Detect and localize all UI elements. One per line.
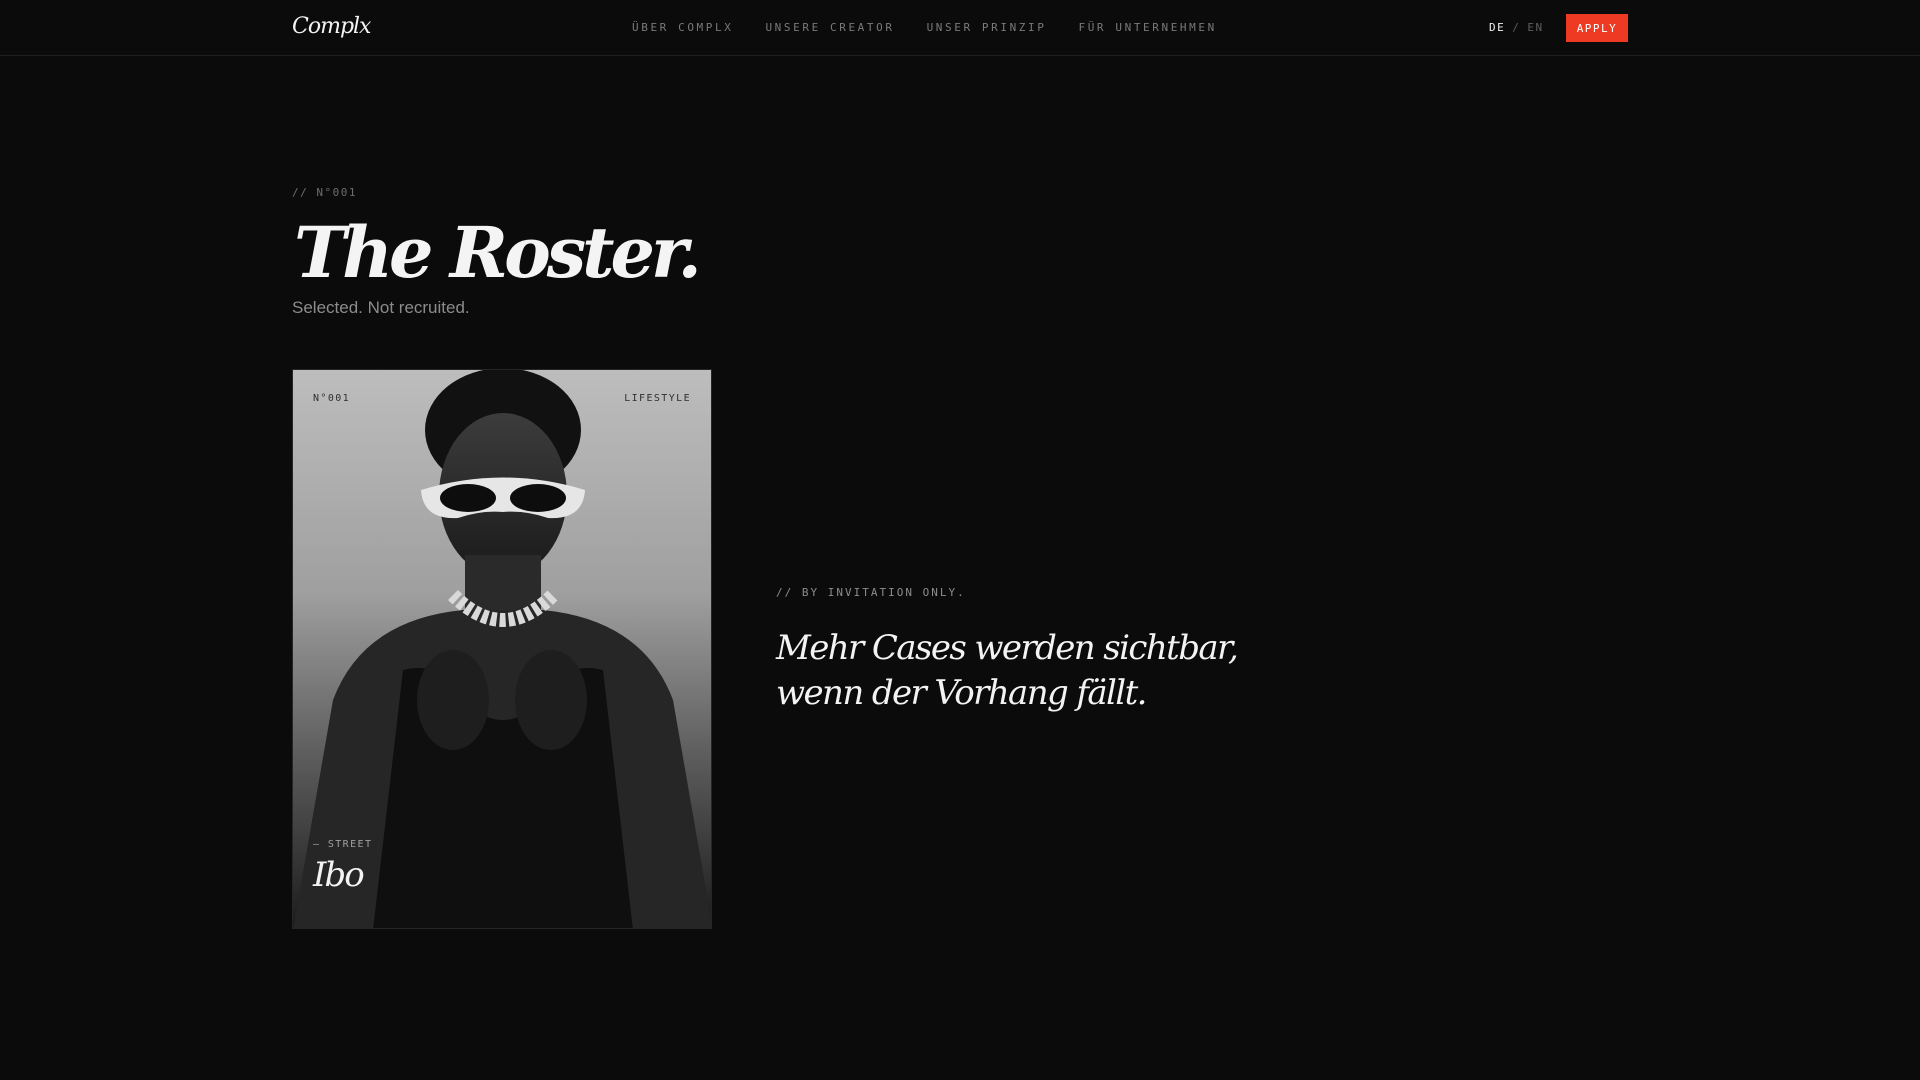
apply-button[interactable]: APPLY xyxy=(1566,14,1628,42)
creator-card[interactable]: N°001 LIFESTYLE — STREET Ibo xyxy=(292,369,712,929)
main-nav: ÜBER COMPLX UNSERE CREATOR UNSER PRINZIP… xyxy=(632,21,1217,34)
nav-link-principle[interactable]: UNSER PRINZIP xyxy=(927,21,1047,34)
invite-quote: Mehr Cases werden sichtbar, wenn der Vor… xyxy=(776,628,1239,713)
page-title: The Roster. xyxy=(294,211,702,294)
card-tag: — STREET xyxy=(313,839,373,850)
page-subtitle: Selected. Not recruited. xyxy=(292,298,470,317)
card-number: N°001 xyxy=(313,393,351,404)
lang-en[interactable]: EN xyxy=(1527,21,1543,34)
nav-link-creators[interactable]: UNSERE CREATOR xyxy=(765,21,894,34)
invite-eyebrow: // BY INVITATION ONLY. xyxy=(776,586,966,599)
card-category: LIFESTYLE xyxy=(624,393,691,404)
site-header: Complx ÜBER COMPLX UNSERE CREATOR UNSER … xyxy=(0,0,1920,56)
nav-link-business[interactable]: FÜR UNTERNEHMEN xyxy=(1078,21,1216,34)
language-switch: DE / EN xyxy=(1489,21,1544,34)
lang-separator: / xyxy=(1512,21,1521,34)
section-eyebrow: // N°001 xyxy=(292,186,357,199)
nav-link-about[interactable]: ÜBER COMPLX xyxy=(632,21,733,34)
logo[interactable]: Complx xyxy=(292,14,371,39)
lang-de[interactable]: DE xyxy=(1489,21,1505,34)
creator-name: Ibo xyxy=(313,855,365,895)
